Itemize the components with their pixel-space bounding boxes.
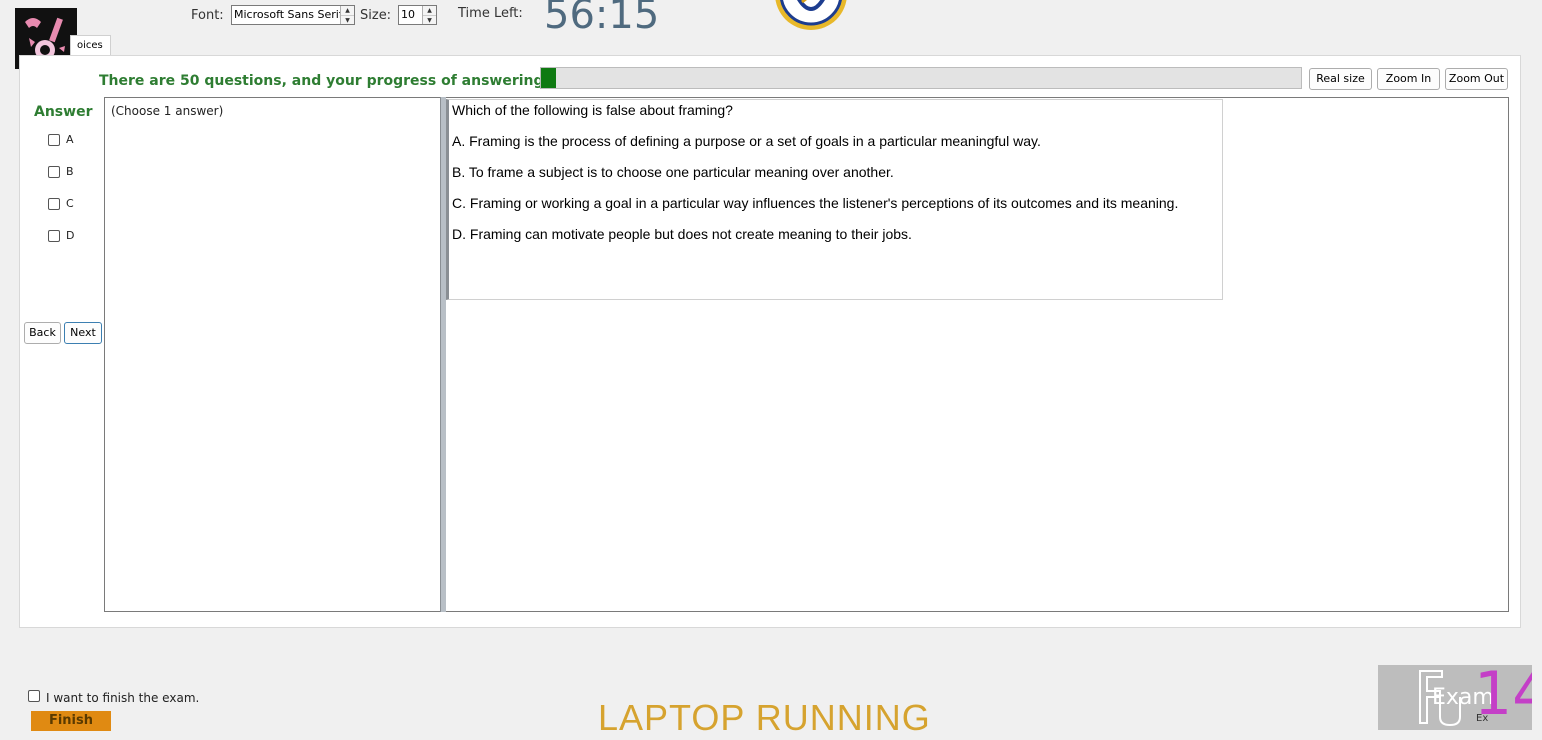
time-left-label: Time Left: xyxy=(458,6,523,21)
zoom-in-button[interactable]: Zoom In xyxy=(1377,68,1440,90)
font-select-value: Microsoft Sans Serif xyxy=(234,8,343,21)
size-label: Size: xyxy=(360,8,392,23)
answer-d-checkbox[interactable] xyxy=(48,230,60,242)
laptop-running-banner: LAPTOP RUNNING xyxy=(598,697,931,738)
instruction-panel: (Choose 1 answer) xyxy=(104,97,441,612)
progress-fill xyxy=(541,68,557,88)
answer-b-checkbox[interactable] xyxy=(48,166,60,178)
answer-b-label: B xyxy=(66,165,74,178)
finish-button[interactable]: Finish xyxy=(31,711,111,731)
option-c-text: C. Framing or working a goal in a partic… xyxy=(452,195,1179,211)
time-left-value: 56:15 xyxy=(544,0,660,30)
instruction-text: (Choose 1 answer) xyxy=(111,104,224,118)
size-stepper-value: 10 xyxy=(401,8,415,21)
crest-icon xyxy=(772,0,850,32)
finish-exam-checkbox[interactable] xyxy=(28,690,40,702)
size-stepper[interactable]: 10 ▲ ▼ xyxy=(398,5,437,25)
zoom-out-button[interactable]: Zoom Out xyxy=(1445,68,1508,90)
finish-exam-label: I want to finish the exam. xyxy=(46,691,200,705)
answer-c-checkbox[interactable] xyxy=(48,198,60,210)
option-d-text: D. Framing can motivate people but does … xyxy=(452,226,912,242)
size-spinner-arrows[interactable]: ▲ ▼ xyxy=(422,6,436,24)
question-stem: Which of the following is false about fr… xyxy=(452,102,733,118)
next-button[interactable]: Next xyxy=(64,322,102,344)
answer-a-checkbox[interactable] xyxy=(48,134,60,146)
answer-c-label: C xyxy=(66,197,74,210)
logo-small-text: Ex xyxy=(1476,713,1489,724)
answer-d-label: D xyxy=(66,229,75,242)
option-a-text: A. Framing is the process of defining a … xyxy=(452,133,1041,149)
progress-bar xyxy=(540,67,1302,89)
tab-choices-label: oices xyxy=(77,40,103,51)
answer-title: Answer xyxy=(34,104,93,120)
tab-choices[interactable]: oices xyxy=(70,35,111,56)
back-button[interactable]: Back xyxy=(24,322,61,344)
font-select[interactable]: Microsoft Sans Serif ▲ ▼ xyxy=(231,5,355,25)
question-box: Which of the following is false about fr… xyxy=(446,99,1223,300)
font-spinner-arrows[interactable]: ▲ ▼ xyxy=(340,6,354,24)
option-b-text: B. To frame a subject is to choose one p… xyxy=(452,164,894,180)
real-size-button[interactable]: Real size xyxy=(1309,68,1372,90)
font-label: Font: xyxy=(191,8,224,23)
fu-exam-logo: Exam 14 Ex xyxy=(1378,665,1532,730)
answer-a-label: A xyxy=(66,133,74,146)
progress-text: There are 50 questions, and your progres… xyxy=(99,73,562,89)
